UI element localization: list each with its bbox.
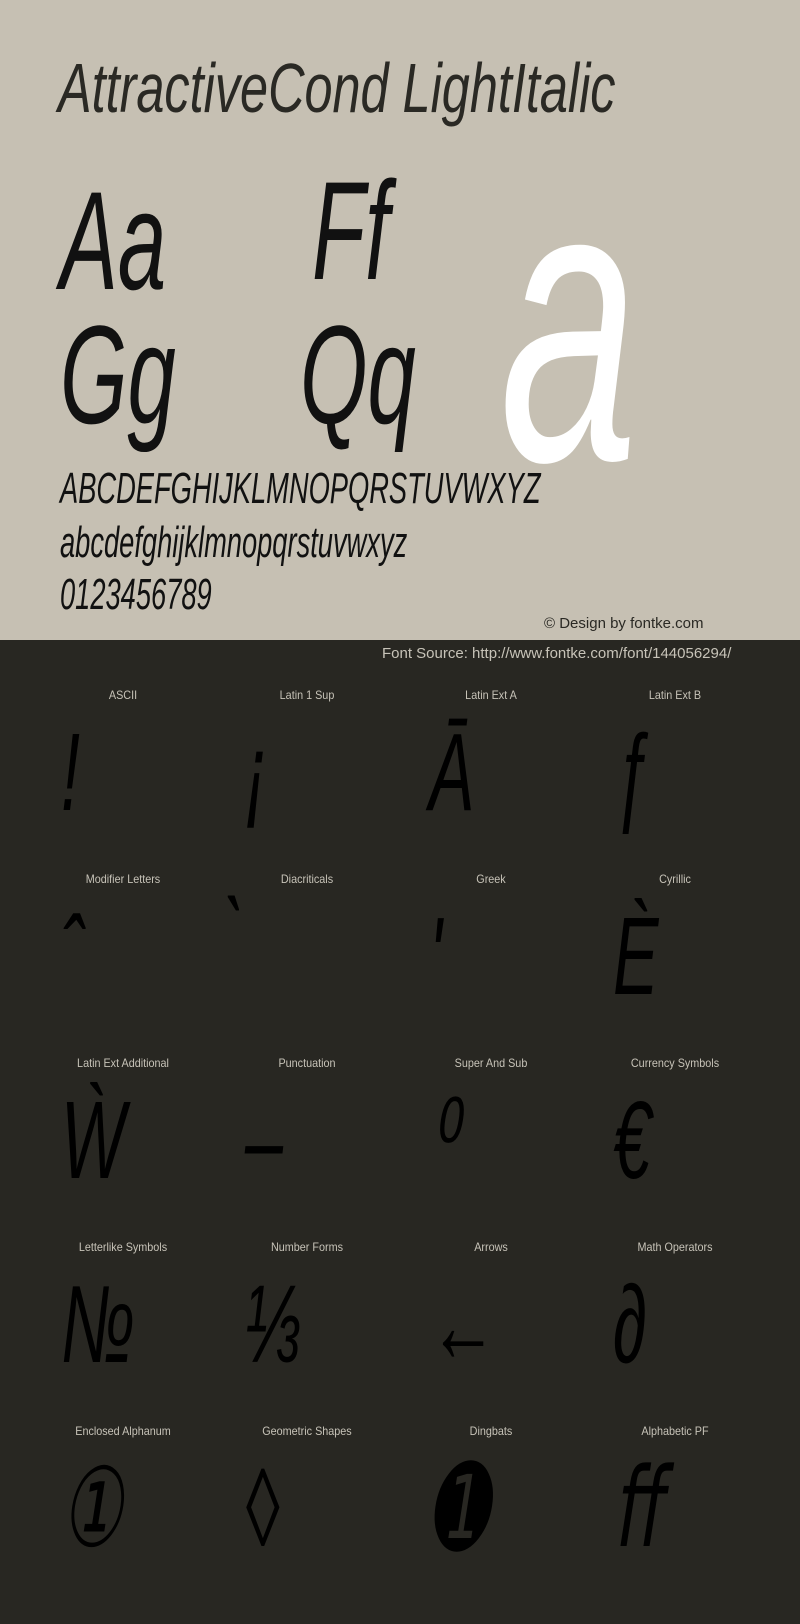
block-label: Number Forms bbox=[270, 1240, 343, 1254]
block-sample-glyph: – bbox=[245, 1079, 283, 1202]
unicode-block-cell: Geometric Shapes ◊ bbox=[215, 1416, 399, 1600]
unicode-block-cell: Letterlike Symbols № bbox=[31, 1232, 215, 1416]
block-sample-glyph: ◊ bbox=[245, 1447, 279, 1570]
block-sample-glyph: ⁰ bbox=[429, 1079, 457, 1202]
specimen-header: AttractiveCond LightItalic Aa Ff Gg Qq a… bbox=[0, 0, 800, 640]
unicode-block-cell: Super And Sub ⁰ bbox=[399, 1048, 583, 1232]
digits: 0123456789 bbox=[60, 570, 212, 619]
block-label: Super And Sub bbox=[454, 1056, 528, 1070]
lowercase-alphabet: abcdefghijklmnopqrstuvwxyz bbox=[60, 518, 408, 567]
unicode-block-cell: Diacriticals̀ bbox=[215, 864, 399, 1048]
block-sample-glyph: ① bbox=[61, 1447, 123, 1570]
unicode-block-cell: Latin Ext Additional Ẁ bbox=[31, 1048, 215, 1232]
block-sample-glyph: ∂ bbox=[613, 1263, 647, 1386]
block-label: Latin 1 Sup bbox=[279, 688, 335, 702]
block-label: Math Operators bbox=[637, 1240, 713, 1254]
unicode-block-cell: Arrows ← bbox=[399, 1232, 583, 1416]
block-sample-glyph: ⅓ bbox=[245, 1263, 302, 1386]
block-sample-glyph: № bbox=[61, 1263, 135, 1386]
block-sample-glyph: ﬀ bbox=[613, 1447, 660, 1570]
block-sample-glyph: ! bbox=[61, 711, 80, 834]
unicode-block-cell: Latin Ext A Ā bbox=[399, 680, 583, 864]
block-label: Currency Symbols bbox=[630, 1056, 720, 1070]
unicode-block-cell: Latin Ext B ƒ bbox=[583, 680, 767, 864]
block-label: Cyrillic bbox=[659, 872, 691, 886]
uppercase-alphabet: ABCDEFGHIJKLMNOPQRSTUVWXYZ bbox=[60, 464, 541, 513]
block-label: Latin Ext Additional bbox=[77, 1056, 169, 1070]
block-label: Greek bbox=[476, 872, 506, 886]
unicode-block-cell: Latin 1 Sup ¡ bbox=[215, 680, 399, 864]
unicode-block-cell: Alphabetic PF ﬀ bbox=[583, 1416, 767, 1600]
block-label: Enclosed Alphanum bbox=[75, 1424, 171, 1438]
unicode-block-cell: Punctuation – bbox=[215, 1048, 399, 1232]
block-label: Letterlike Symbols bbox=[78, 1240, 168, 1254]
unicode-block-cell: Number Forms ⅓ bbox=[215, 1232, 399, 1416]
block-label: Modifier Letters bbox=[85, 872, 161, 886]
glyph-pair: Ff bbox=[312, 152, 390, 309]
block-sample-glyph: Ẁ bbox=[61, 1079, 126, 1202]
unicode-block-cell: Math Operators ∂ bbox=[583, 1232, 767, 1416]
unicode-block-cell: Dingbats ➊ bbox=[399, 1416, 583, 1600]
unicode-block-cell: ASCII! bbox=[31, 680, 215, 864]
block-sample-glyph: ʹ bbox=[429, 895, 443, 1018]
block-label: Dingbats bbox=[469, 1424, 513, 1438]
block-label: Geometric Shapes bbox=[262, 1424, 352, 1438]
unicode-block-cell: Cyrillic Ѐ bbox=[583, 864, 767, 1048]
design-credit: © Design by fontke.com bbox=[544, 615, 704, 632]
glyph-pair: Qq bbox=[300, 296, 416, 453]
block-sample-glyph: ← bbox=[429, 1263, 498, 1386]
block-label: Punctuation bbox=[278, 1056, 336, 1070]
font-source-link[interactable]: Font Source: http://www.fontke.com/font/… bbox=[382, 645, 731, 662]
block-sample-glyph: ¡ bbox=[245, 711, 268, 834]
block-label: Diacriticals bbox=[280, 872, 334, 886]
block-label: Latin Ext B bbox=[648, 688, 702, 702]
glyph-pair: Gg bbox=[60, 296, 176, 453]
block-sample-glyph: ˆ bbox=[61, 895, 84, 1018]
block-sample-glyph: € bbox=[613, 1079, 651, 1202]
block-sample-glyph: Ā bbox=[429, 711, 475, 834]
unicode-block-cell: Currency Symbols € bbox=[583, 1048, 767, 1232]
unicode-block-cell: Modifier Letters ˆ bbox=[31, 864, 215, 1048]
hero-glyph: a bbox=[500, 98, 638, 545]
block-sample-glyph: ➊ bbox=[429, 1447, 487, 1570]
unicode-block-cell: Greek ʹ bbox=[399, 864, 583, 1048]
block-label: Arrows bbox=[474, 1240, 508, 1254]
block-sample-glyph: ƒ bbox=[613, 711, 651, 834]
block-label: ASCII bbox=[108, 688, 138, 702]
unicode-block-cell: Enclosed Alphanum ① bbox=[31, 1416, 215, 1600]
block-label: Alphabetic PF bbox=[641, 1424, 709, 1438]
block-sample-glyph: Ѐ bbox=[613, 895, 659, 1018]
block-label: Latin Ext A bbox=[465, 688, 517, 702]
